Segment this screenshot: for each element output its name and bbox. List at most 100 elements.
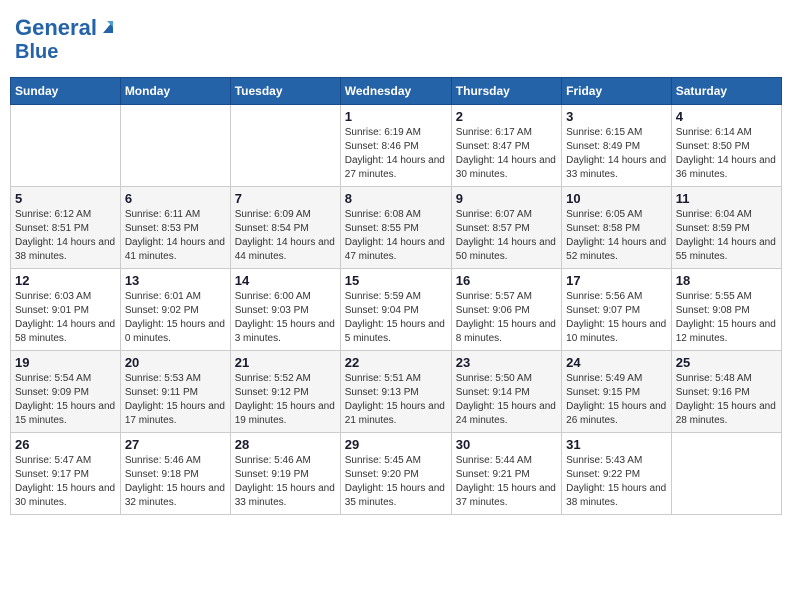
day-number: 21 <box>235 355 336 370</box>
calendar-cell: 4 Sunrise: 6:14 AM Sunset: 8:50 PM Daylig… <box>671 105 781 187</box>
day-number: 7 <box>235 191 336 206</box>
day-number: 1 <box>345 109 447 124</box>
day-info: Sunrise: 6:19 AM Sunset: 8:46 PM Dayligh… <box>345 126 447 182</box>
logo-blue: Blue <box>15 41 58 64</box>
day-number: 28 <box>235 437 336 452</box>
logo-text: General <box>15 15 97 41</box>
day-number: 17 <box>566 273 667 288</box>
day-info: Sunrise: 6:12 AM Sunset: 8:51 PM Dayligh… <box>15 208 116 264</box>
calendar-week-row: 19 Sunrise: 5:54 AM Sunset: 9:09 PM Dayli… <box>11 351 782 433</box>
logo-icon <box>99 17 117 35</box>
calendar-week-row: 1 Sunrise: 6:19 AM Sunset: 8:46 PM Daylig… <box>11 105 782 187</box>
calendar-cell: 27Sunrise: 5:46 AM Sunset: 9:18 PM Dayli… <box>120 433 230 515</box>
day-number: 13 <box>125 273 226 288</box>
calendar-cell: 10 Sunrise: 6:05 AM Sunset: 8:58 PM Dayli… <box>562 187 672 269</box>
calendar-cell: 6Sunrise: 6:11 AM Sunset: 8:53 PM Daylig… <box>120 187 230 269</box>
day-number: 5 <box>15 191 116 206</box>
day-number: 24 <box>566 355 667 370</box>
calendar-cell: 17 Sunrise: 5:56 AM Sunset: 9:07 PM Dayli… <box>562 269 672 351</box>
calendar-cell: 7 Sunrise: 6:09 AM Sunset: 8:54 PM Daylig… <box>230 187 340 269</box>
day-info: Sunrise: 6:05 AM Sunset: 8:58 PM Dayligh… <box>566 208 667 264</box>
calendar-cell <box>120 105 230 187</box>
calendar-cell: 25 Sunrise: 5:48 AM Sunset: 9:16 PM Dayli… <box>671 351 781 433</box>
calendar-cell: 23 Sunrise: 5:50 AM Sunset: 9:14 PM Dayli… <box>451 351 561 433</box>
weekday-header: Tuesday <box>230 78 340 105</box>
calendar-cell: 12 Sunrise: 6:03 AM Sunset: 9:01 PM Dayli… <box>11 269 121 351</box>
day-info: Sunrise: 5:59 AM Sunset: 9:04 PM Dayligh… <box>345 290 447 346</box>
calendar-cell <box>671 433 781 515</box>
day-info: Sunrise: 5:51 AM Sunset: 9:13 PM Dayligh… <box>345 372 447 428</box>
day-number: 9 <box>456 191 557 206</box>
calendar-cell: 13Sunrise: 6:01 AM Sunset: 9:02 PM Dayli… <box>120 269 230 351</box>
day-info: Sunrise: 6:15 AM Sunset: 8:49 PM Dayligh… <box>566 126 667 182</box>
calendar-cell: 14Sunrise: 6:00 AM Sunset: 9:03 PM Dayli… <box>230 269 340 351</box>
calendar-cell: 20 Sunrise: 5:53 AM Sunset: 9:11 PM Dayli… <box>120 351 230 433</box>
calendar-header-row: SundayMondayTuesdayWednesdayThursdayFrid… <box>11 78 782 105</box>
day-number: 12 <box>15 273 116 288</box>
day-number: 16 <box>456 273 557 288</box>
day-info: Sunrise: 5:48 AM Sunset: 9:16 PM Dayligh… <box>676 372 777 428</box>
day-info: Sunrise: 5:44 AM Sunset: 9:21 PM Dayligh… <box>456 454 557 510</box>
calendar-cell: 5 Sunrise: 6:12 AM Sunset: 8:51 PM Daylig… <box>11 187 121 269</box>
day-number: 6 <box>125 191 226 206</box>
day-info: Sunrise: 6:09 AM Sunset: 8:54 PM Dayligh… <box>235 208 336 264</box>
calendar-week-row: 5 Sunrise: 6:12 AM Sunset: 8:51 PM Daylig… <box>11 187 782 269</box>
day-info: Sunrise: 6:03 AM Sunset: 9:01 PM Dayligh… <box>15 290 116 346</box>
day-info: Sunrise: 5:56 AM Sunset: 9:07 PM Dayligh… <box>566 290 667 346</box>
calendar-cell <box>230 105 340 187</box>
weekday-header: Monday <box>120 78 230 105</box>
day-number: 22 <box>345 355 447 370</box>
calendar-cell: 29Sunrise: 5:45 AM Sunset: 9:20 PM Dayli… <box>340 433 451 515</box>
calendar-cell: 11 Sunrise: 6:04 AM Sunset: 8:59 PM Dayli… <box>671 187 781 269</box>
calendar-week-row: 12 Sunrise: 6:03 AM Sunset: 9:01 PM Dayli… <box>11 269 782 351</box>
day-info: Sunrise: 5:53 AM Sunset: 9:11 PM Dayligh… <box>125 372 226 428</box>
day-number: 10 <box>566 191 667 206</box>
day-number: 8 <box>345 191 447 206</box>
day-info: Sunrise: 5:43 AM Sunset: 9:22 PM Dayligh… <box>566 454 667 510</box>
calendar-cell: 30 Sunrise: 5:44 AM Sunset: 9:21 PM Dayli… <box>451 433 561 515</box>
weekday-header: Saturday <box>671 78 781 105</box>
day-number: 25 <box>676 355 777 370</box>
calendar-cell: 8Sunrise: 6:08 AM Sunset: 8:55 PM Daylig… <box>340 187 451 269</box>
calendar-cell: 22 Sunrise: 5:51 AM Sunset: 9:13 PM Dayli… <box>340 351 451 433</box>
calendar-cell: 26 Sunrise: 5:47 AM Sunset: 9:17 PM Dayli… <box>11 433 121 515</box>
day-info: Sunrise: 5:49 AM Sunset: 9:15 PM Dayligh… <box>566 372 667 428</box>
day-info: Sunrise: 5:46 AM Sunset: 9:18 PM Dayligh… <box>125 454 226 510</box>
day-number: 31 <box>566 437 667 452</box>
day-info: Sunrise: 6:14 AM Sunset: 8:50 PM Dayligh… <box>676 126 777 182</box>
calendar-cell: 1 Sunrise: 6:19 AM Sunset: 8:46 PM Daylig… <box>340 105 451 187</box>
day-number: 20 <box>125 355 226 370</box>
day-number: 29 <box>345 437 447 452</box>
calendar-cell: 21 Sunrise: 5:52 AM Sunset: 9:12 PM Dayli… <box>230 351 340 433</box>
day-info: Sunrise: 5:57 AM Sunset: 9:06 PM Dayligh… <box>456 290 557 346</box>
day-number: 3 <box>566 109 667 124</box>
calendar-body: 1 Sunrise: 6:19 AM Sunset: 8:46 PM Daylig… <box>11 105 782 515</box>
day-info: Sunrise: 5:55 AM Sunset: 9:08 PM Dayligh… <box>676 290 777 346</box>
weekday-header: Thursday <box>451 78 561 105</box>
day-number: 15 <box>345 273 447 288</box>
day-info: Sunrise: 6:07 AM Sunset: 8:57 PM Dayligh… <box>456 208 557 264</box>
weekday-header: Wednesday <box>340 78 451 105</box>
calendar-cell: 16 Sunrise: 5:57 AM Sunset: 9:06 PM Dayli… <box>451 269 561 351</box>
day-number: 23 <box>456 355 557 370</box>
day-number: 19 <box>15 355 116 370</box>
day-info: Sunrise: 5:52 AM Sunset: 9:12 PM Dayligh… <box>235 372 336 428</box>
page-header: General Blue <box>10 10 782 69</box>
day-number: 14 <box>235 273 336 288</box>
day-info: Sunrise: 5:54 AM Sunset: 9:09 PM Dayligh… <box>15 372 116 428</box>
weekday-header: Sunday <box>11 78 121 105</box>
day-number: 4 <box>676 109 777 124</box>
day-info: Sunrise: 5:47 AM Sunset: 9:17 PM Dayligh… <box>15 454 116 510</box>
day-number: 11 <box>676 191 777 206</box>
day-info: Sunrise: 5:50 AM Sunset: 9:14 PM Dayligh… <box>456 372 557 428</box>
calendar-table: SundayMondayTuesdayWednesdayThursdayFrid… <box>10 77 782 515</box>
calendar-cell: 28 Sunrise: 5:46 AM Sunset: 9:19 PM Dayli… <box>230 433 340 515</box>
day-number: 30 <box>456 437 557 452</box>
day-info: Sunrise: 5:46 AM Sunset: 9:19 PM Dayligh… <box>235 454 336 510</box>
day-number: 26 <box>15 437 116 452</box>
calendar-cell: 2Sunrise: 6:17 AM Sunset: 8:47 PM Daylig… <box>451 105 561 187</box>
logo: General Blue <box>15 15 117 64</box>
calendar-cell: 15 Sunrise: 5:59 AM Sunset: 9:04 PM Dayli… <box>340 269 451 351</box>
day-info: Sunrise: 6:04 AM Sunset: 8:59 PM Dayligh… <box>676 208 777 264</box>
calendar-cell: 19 Sunrise: 5:54 AM Sunset: 9:09 PM Dayli… <box>11 351 121 433</box>
